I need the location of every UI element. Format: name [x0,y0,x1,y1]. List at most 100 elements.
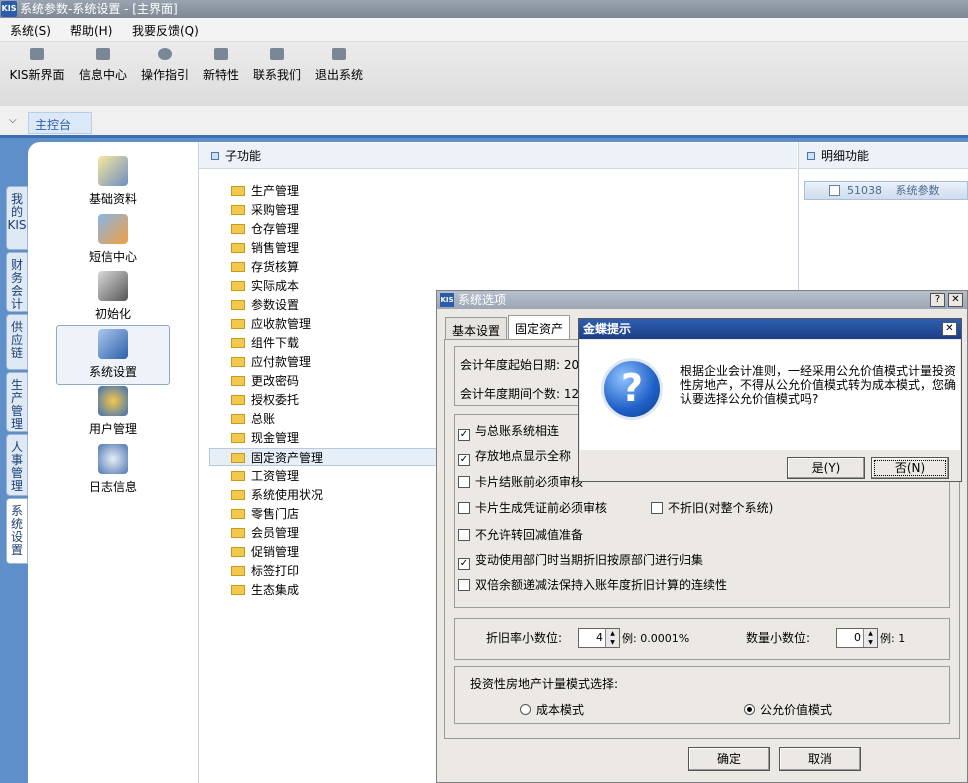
folder-item[interactable]: 零售门店 [231,505,299,523]
folder-item[interactable]: 组件下载 [231,334,299,352]
nav-log-info[interactable]: 日志信息 [56,444,170,495]
folder-item[interactable]: 系统使用状况 [231,486,323,504]
folder-item[interactable]: 授权委托 [231,391,299,409]
sub-function-header: 子功能 [199,143,797,169]
folder-item[interactable]: 现金管理 [231,429,299,447]
folder-icon [231,471,245,481]
checkbox-checked: ✓ [458,429,470,441]
detail-header: 明细功能 [799,143,968,169]
folder-item[interactable]: 采购管理 [231,201,299,219]
radio-fair-value-mode[interactable]: 公允价值模式 [744,701,832,718]
exit-button[interactable]: 退出系统 [312,48,366,83]
phone-icon [98,214,128,244]
prompt-titlebar: 金蝶提示 [579,319,961,339]
qty-decimal-stepper[interactable]: 0 ▲ ▼ [836,628,878,648]
folder-icon [231,376,245,386]
checkbox-double-declining[interactable]: 双倍余额递减法保持入账年度折旧计算的连续性 [458,578,727,594]
folder-item[interactable]: 更改密码 [231,372,299,390]
radio-cost-mode[interactable]: 成本模式 [520,701,584,718]
folder-icon [231,509,245,519]
nav-basic-data[interactable]: 基础资料 [56,156,170,207]
spinner-arrows-icon[interactable]: ▲ ▼ [605,629,619,647]
folder-icon [231,224,245,234]
folder-item[interactable]: 应收款管理 [231,315,311,333]
tab-fixed-assets[interactable]: 固定资产 [508,315,571,339]
close-icon[interactable]: ✕ [942,322,957,336]
cancel-button[interactable]: 取消 [779,747,861,771]
menu-system[interactable]: 系统(S) [10,22,51,39]
checkbox-no-reversal[interactable]: 不允许转回减值准备 [458,528,583,544]
vtab-system-settings[interactable]: 系统设置 [6,498,28,564]
kis-logo-icon: KIS [1,1,17,17]
no-button[interactable]: 否(N) [871,457,949,479]
tab-strip [0,106,968,138]
message-center-button[interactable]: 信息中心 [76,48,130,83]
folder-item[interactable]: 实际成本 [231,277,299,295]
checkbox-full-location[interactable]: ✓ 存放地点显示全称 [458,449,571,466]
checkbox-card-audit-before-voucher[interactable]: 卡片生成凭证前必须审核 [458,501,607,517]
folder-item[interactable]: 存货核算 [231,258,299,276]
document-icon [829,185,840,196]
folder-item[interactable]: 生态集成 [231,581,299,599]
guide-button[interactable]: 操作指引 [138,48,192,83]
folder-item[interactable]: 标签打印 [231,562,299,580]
square-bullet-icon [807,152,815,160]
chevron-down-icon[interactable]: ⌵ [9,115,17,126]
kis-new-ui-button[interactable]: KIS新界面 [6,48,68,83]
folder-item[interactable]: 促销管理 [231,543,299,561]
system-options-title: 系统选项 [458,293,507,307]
folder-item[interactable]: 应付款管理 [231,353,311,371]
folder-item[interactable]: 生产管理 [231,182,299,200]
folder-icon [231,281,245,291]
folder-icon [231,547,245,557]
folder-icon [231,186,245,196]
nav-initialize[interactable]: 初始化 [56,271,170,322]
spinner-arrows-icon[interactable]: ▲ ▼ [863,629,877,647]
folder-item[interactable]: 会员管理 [231,524,299,542]
nav-system-settings[interactable]: 系统设置 [56,325,170,385]
vtab-hr[interactable]: 人事管理 [6,434,28,496]
folder-item[interactable]: 总账 [231,410,275,428]
tab-basic-settings[interactable]: 基本设置 [445,317,508,339]
folder-icon [231,585,245,595]
folder-item[interactable]: 工资管理 [231,467,299,485]
basic-data-icon [98,156,128,186]
folder-item[interactable]: 销售管理 [231,239,299,257]
folder-item-selected[interactable]: 固定资产管理 [209,448,437,466]
checkbox-no-depreciation[interactable]: 不折旧(对整个系统) [651,501,773,517]
detail-item-system-params[interactable]: 51038 系统参数 [804,181,968,200]
vtab-production[interactable]: 生产管理 [6,372,28,432]
close-icon[interactable]: ✕ [948,293,963,307]
question-icon: ? [601,358,663,420]
ok-button[interactable]: 确定 [688,747,770,771]
checkbox-dept-change[interactable]: ✓ 变动使用部门时当期折旧按原部门进行归集 [458,553,703,570]
yes-button[interactable]: 是(Y) [787,457,865,479]
vtab-supply-chain[interactable]: 供应链 [6,314,28,370]
depr-example: 例: 0.0001% [622,632,690,645]
folder-icon [231,357,245,367]
tab-main-console[interactable]: 主控台 [28,112,92,134]
checkbox-link-gl[interactable]: ✓ 与总账系统相连 [458,424,559,441]
folder-icon [231,205,245,215]
prompt-message: 根据企业会计准则，一经采用公允价值模式计量投资性房地产，不得从公允价值模式转为成… [680,364,957,406]
folder-item[interactable]: 仓存管理 [231,220,299,238]
vtab-my-kis[interactable]: 我的KIS [6,186,28,250]
new-features-button[interactable]: 新特性 [200,48,242,83]
checkbox-card-audit-before-close[interactable]: 卡片结账前必须审核 [458,475,583,491]
depr-decimal-stepper[interactable]: 4 ▲ ▼ [578,628,620,648]
contact-us-button[interactable]: 联系我们 [250,48,304,83]
menu-feedback[interactable]: 我要反馈(Q) [132,22,199,39]
folder-icon [231,395,245,405]
window-title: 系统参数-系统设置 - [主界面] [20,2,178,16]
user-icon [98,386,128,416]
folder-icon [231,338,245,348]
nav-sms-center[interactable]: 短信中心 [56,214,170,265]
invest-mode-label: 投资性房地产计量模式选择: [470,677,619,691]
nav-user-management[interactable]: 用户管理 [56,386,170,437]
vtab-finance[interactable]: 财务会计 [6,252,28,312]
folder-icon [231,300,245,310]
menu-help[interactable]: 帮助(H) [70,22,112,39]
toolbar: KIS新界面 信息中心 操作指引 新特性 联系我们 退出系统 [0,42,968,106]
help-icon[interactable]: ? [930,293,945,307]
folder-item[interactable]: 参数设置 [231,296,299,314]
